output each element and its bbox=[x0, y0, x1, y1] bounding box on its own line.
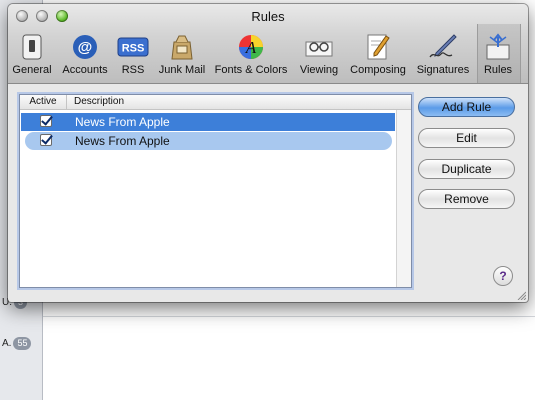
rule-description: News From Apple bbox=[75, 134, 170, 148]
tab-fonts-colors[interactable]: A Fonts & Colors bbox=[212, 32, 290, 76]
duplicate-button[interactable]: Duplicate bbox=[418, 159, 515, 179]
unread-count-badge: 55 bbox=[13, 337, 32, 350]
tab-junk-mail[interactable]: Junk Mail bbox=[154, 32, 210, 76]
tab-label: Accounts bbox=[62, 64, 108, 76]
rules-table-header: Active Description bbox=[20, 95, 411, 110]
mailbox-row[interactable]: A. 55 bbox=[2, 337, 32, 350]
resize-grip-icon[interactable] bbox=[516, 290, 526, 300]
tab-rss[interactable]: RSS RSS bbox=[116, 32, 150, 76]
add-rule-button[interactable]: Add Rule bbox=[418, 97, 515, 117]
active-column-header[interactable]: Active bbox=[20, 95, 67, 109]
description-column-header[interactable]: Description bbox=[74, 95, 124, 109]
svg-text:@: @ bbox=[78, 39, 93, 56]
tab-general[interactable]: General bbox=[10, 32, 54, 76]
help-button[interactable]: ? bbox=[493, 266, 513, 286]
mail-divider bbox=[43, 316, 535, 317]
tab-composing[interactable]: Composing bbox=[348, 32, 408, 76]
at-sign-icon: @ bbox=[69, 32, 101, 62]
rule-row[interactable]: News From Apple bbox=[25, 132, 392, 150]
tab-label: Viewing bbox=[299, 64, 339, 76]
tab-label: Fonts & Colors bbox=[214, 64, 288, 76]
window-title: Rules bbox=[251, 9, 285, 24]
tab-viewing[interactable]: Viewing bbox=[294, 32, 344, 76]
composing-pencil-icon bbox=[362, 32, 394, 62]
tab-label: Composing bbox=[350, 64, 406, 76]
rule-description: News From Apple bbox=[75, 115, 170, 129]
rules-preferences-window: Rules General @ Accounts RSS RSS Junk Ma… bbox=[8, 4, 528, 302]
junk-mail-bag-icon bbox=[166, 32, 198, 62]
rules-arrows-icon bbox=[482, 32, 514, 62]
tab-label: General bbox=[12, 64, 52, 76]
svg-text:RSS: RSS bbox=[122, 43, 145, 55]
rule-row[interactable]: News From Apple bbox=[21, 113, 395, 131]
tab-label: Junk Mail bbox=[158, 64, 206, 76]
mailbox-label: A. bbox=[2, 338, 12, 349]
rules-table: Active Description News From Apple News … bbox=[19, 94, 412, 288]
general-switch-icon bbox=[16, 32, 48, 62]
fonts-colors-icon: A bbox=[235, 32, 267, 62]
rule-active-checkbox[interactable] bbox=[40, 134, 52, 146]
svg-text:A: A bbox=[245, 38, 257, 57]
tab-label: Rules bbox=[483, 64, 513, 76]
vertical-scrollbar[interactable] bbox=[396, 110, 411, 287]
signature-pen-icon bbox=[427, 32, 459, 62]
rss-badge-icon: RSS bbox=[117, 32, 149, 62]
tab-accounts[interactable]: @ Accounts bbox=[58, 32, 112, 76]
viewing-glasses-icon bbox=[303, 32, 335, 62]
edit-button[interactable]: Edit bbox=[418, 128, 515, 148]
tab-signatures[interactable]: Signatures bbox=[412, 32, 474, 76]
preferences-toolbar: Rules General @ Accounts RSS RSS Junk Ma… bbox=[8, 4, 528, 84]
remove-button[interactable]: Remove bbox=[418, 189, 515, 209]
tab-label: Signatures bbox=[416, 64, 470, 76]
rule-active-checkbox[interactable] bbox=[40, 115, 52, 127]
tab-rules[interactable]: Rules bbox=[477, 32, 519, 76]
tab-label: RSS bbox=[121, 64, 145, 76]
